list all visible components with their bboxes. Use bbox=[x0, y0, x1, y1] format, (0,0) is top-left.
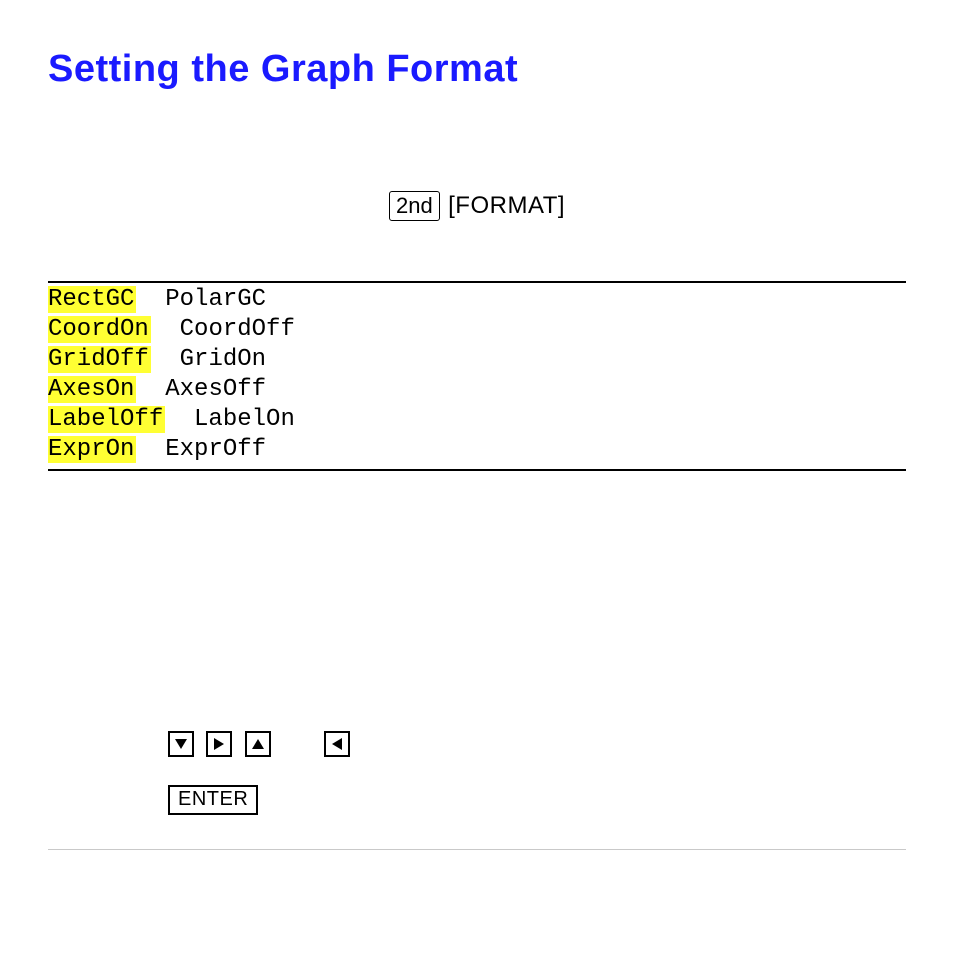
second-key: 2nd bbox=[389, 191, 440, 221]
arrow-keys-row bbox=[48, 731, 906, 757]
divider bbox=[48, 849, 906, 850]
format-row-axes: AxesOn AxesOff bbox=[48, 375, 906, 405]
format-row-coord-system: RectGC PolarGC bbox=[48, 285, 906, 315]
option-expron[interactable]: ExprOn bbox=[48, 436, 136, 463]
option-labelon[interactable]: LabelOn bbox=[194, 406, 295, 433]
option-axesoff[interactable]: AxesOff bbox=[165, 376, 266, 403]
option-gridon[interactable]: GridOn bbox=[180, 346, 266, 373]
option-gridoff[interactable]: GridOff bbox=[48, 346, 151, 373]
left-arrow-key-icon bbox=[324, 731, 350, 757]
option-axeson[interactable]: AxesOn bbox=[48, 376, 136, 403]
up-arrow-key-icon bbox=[245, 731, 271, 757]
format-settings-box: RectGC PolarGC CoordOn CoordOff GridOff … bbox=[48, 281, 906, 471]
option-rectgc[interactable]: RectGC bbox=[48, 286, 136, 313]
enter-key: ENTER bbox=[168, 785, 258, 815]
format-row-label: LabelOff LabelOn bbox=[48, 405, 906, 435]
access-keys: 2nd [FORMAT] bbox=[48, 191, 906, 221]
option-exproff[interactable]: ExprOff bbox=[165, 436, 266, 463]
option-coordon[interactable]: CoordOn bbox=[48, 316, 151, 343]
format-row-grid: GridOff GridOn bbox=[48, 345, 906, 375]
option-polargc[interactable]: PolarGC bbox=[165, 286, 266, 313]
right-arrow-key-icon bbox=[206, 731, 232, 757]
down-arrow-key-icon bbox=[168, 731, 194, 757]
format-row-expr: ExprOn ExprOff bbox=[48, 435, 906, 465]
option-coordoff[interactable]: CoordOff bbox=[180, 316, 295, 343]
enter-key-row: ENTER bbox=[48, 785, 906, 815]
option-labeloff[interactable]: LabelOff bbox=[48, 406, 165, 433]
page-title: Setting the Graph Format bbox=[48, 48, 906, 91]
format-row-coord: CoordOn CoordOff bbox=[48, 315, 906, 345]
format-function-label: [FORMAT] bbox=[448, 192, 565, 219]
